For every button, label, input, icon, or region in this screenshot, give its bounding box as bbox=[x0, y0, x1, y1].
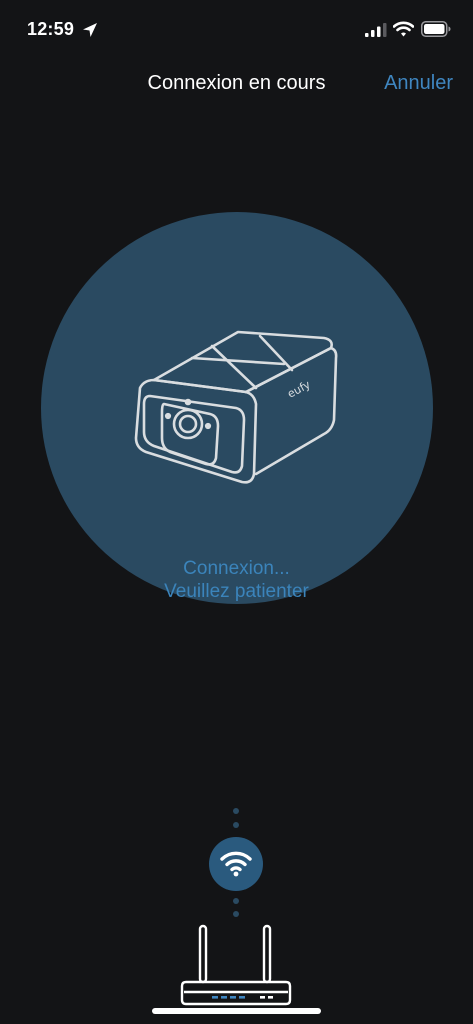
location-arrow-icon bbox=[83, 23, 97, 37]
home-indicator[interactable] bbox=[152, 1008, 321, 1014]
progress-dot bbox=[233, 898, 239, 904]
router-icon bbox=[180, 924, 292, 1006]
cancel-button[interactable]: Annuler bbox=[384, 72, 453, 95]
connection-screen: 12:59 Connexion en cours Annuler eufy Co… bbox=[0, 0, 473, 1024]
battery-icon bbox=[421, 21, 451, 37]
cellular-signal-icon bbox=[365, 23, 387, 37]
wifi-icon bbox=[220, 851, 252, 877]
camera-icon: eufy bbox=[134, 330, 338, 484]
status-bar: 12:59 bbox=[0, 0, 473, 60]
progress-dot bbox=[233, 808, 239, 814]
progress-dot bbox=[233, 911, 239, 917]
svg-text:eufy: eufy bbox=[285, 378, 313, 401]
wifi-badge bbox=[209, 837, 263, 891]
progress-dot bbox=[233, 822, 239, 828]
please-wait-text: Veuillez patienter bbox=[164, 581, 309, 602]
wifi-status-icon bbox=[393, 21, 414, 37]
status-time: 12:59 bbox=[27, 19, 75, 39]
connecting-status-text: Connexion... bbox=[183, 558, 290, 579]
